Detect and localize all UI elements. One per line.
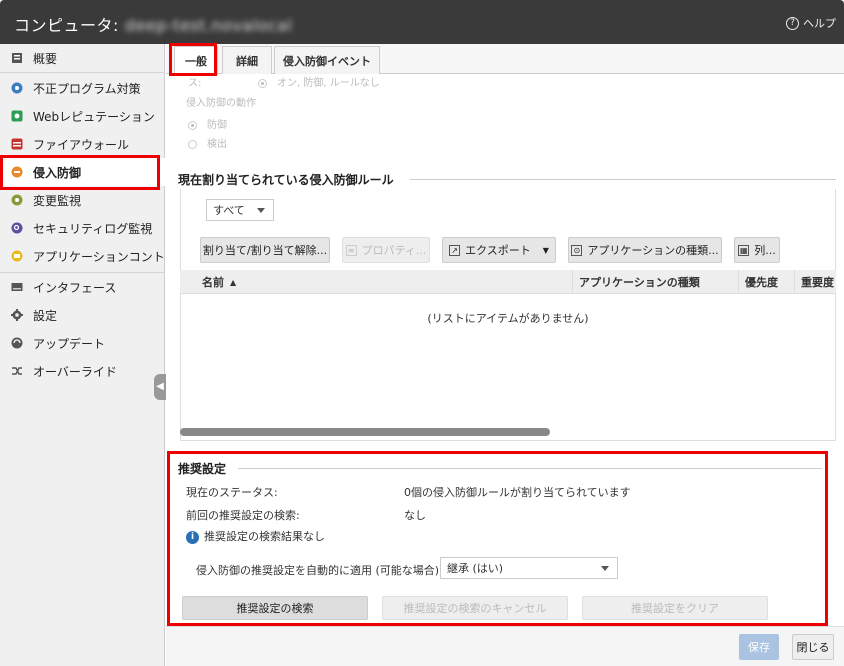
sidebar-item-log-inspection[interactable]: セキュリティログ監視 bbox=[0, 214, 165, 242]
sidebar-item-updates[interactable]: アップデート bbox=[0, 329, 165, 357]
divider bbox=[0, 72, 165, 73]
prevent-radio[interactable] bbox=[188, 120, 197, 130]
interfaces-icon bbox=[10, 281, 23, 294]
columns-button[interactable]: ▦ 列... bbox=[734, 237, 780, 263]
chevron-down-icon: ▼ bbox=[542, 245, 549, 255]
integrity-monitoring-icon bbox=[10, 194, 23, 207]
column-application-type[interactable]: アプリケーションの種類 bbox=[572, 270, 738, 294]
sidebar-item-integrity-monitoring[interactable]: 変更監視 bbox=[0, 186, 165, 214]
help-icon: ? bbox=[786, 16, 799, 30]
sidebar-item-label: 不正プログラム対策 bbox=[33, 81, 141, 96]
sidebar-item-label: アプリケーションコント bbox=[33, 249, 165, 264]
sidebar-item-web-reputation[interactable]: Webレピュテーション bbox=[0, 102, 165, 130]
sidebar-item-antimalware[interactable]: 不正プログラム対策 bbox=[0, 74, 165, 102]
columns-label: 列... bbox=[754, 244, 776, 257]
sidebar-item-firewall[interactable]: ファイアウォール bbox=[0, 130, 165, 158]
antimalware-icon bbox=[10, 82, 23, 95]
hostname: deep-test.novalocal bbox=[124, 16, 293, 35]
empty-list-message: (リストにアイテムがありません) bbox=[427, 312, 589, 325]
sidebar-item-label: ファイアウォール bbox=[33, 137, 130, 152]
column-name-label: 名前 bbox=[202, 276, 224, 289]
highlight-box bbox=[0, 155, 160, 190]
column-priority[interactable]: 優先度 bbox=[738, 270, 794, 294]
rules-table-header: 名前 ▲ アプリケーションの種類 優先度 重要度 bbox=[180, 270, 836, 294]
column-name[interactable]: 名前 ▲ bbox=[196, 270, 572, 294]
sidebar-item-label: オーバーライド bbox=[33, 364, 117, 379]
sidebar-item-label: アップデート bbox=[33, 336, 106, 351]
help-label: ヘルプ bbox=[803, 17, 836, 30]
overview-icon bbox=[10, 52, 23, 65]
export-label: エクスポート bbox=[465, 244, 531, 257]
highlight-box bbox=[169, 43, 217, 76]
status-value: オン, 防御, ルールなし bbox=[258, 74, 380, 89]
rule-filter-value: すべて bbox=[213, 204, 245, 217]
detect-option-label: 検出 bbox=[207, 139, 227, 150]
firewall-icon bbox=[10, 138, 23, 151]
properties-icon: ≡ bbox=[345, 244, 357, 256]
sidebar-item-interfaces[interactable]: インタフェース bbox=[0, 273, 165, 301]
properties-button[interactable]: ≡ プロパティ... bbox=[342, 237, 430, 263]
highlight-box bbox=[167, 451, 828, 626]
title-bar: コンピュータ: deep-test.novalocal ? ヘルプ bbox=[0, 0, 844, 44]
overrides-icon bbox=[10, 365, 23, 378]
sidebar-item-application-control[interactable]: アプリケーションコント bbox=[0, 242, 165, 270]
export-button[interactable]: ↗ エクスポート ▼ bbox=[442, 237, 556, 263]
footer-bar: 保存 閉じる bbox=[166, 626, 844, 666]
sidebar-item-overrides[interactable]: オーバーライド bbox=[0, 357, 165, 385]
assigned-rules-title: 現在割り当てられている侵入防御ルール bbox=[178, 173, 394, 187]
application-types-icon: ⊙ bbox=[571, 244, 583, 256]
save-button[interactable]: 保存 bbox=[739, 634, 779, 660]
sort-ascending-icon: ▲ bbox=[230, 277, 237, 287]
properties-label: プロパティ... bbox=[361, 244, 427, 257]
behavior-label: 侵入防御の動作 bbox=[186, 98, 256, 109]
horizontal-scrollbar[interactable] bbox=[180, 428, 550, 436]
export-icon: ↗ bbox=[449, 244, 461, 256]
status-radio bbox=[258, 78, 267, 88]
assign-unassign-button[interactable]: 割り当て/割り当て解除... bbox=[200, 237, 330, 263]
columns-icon: ▦ bbox=[738, 244, 750, 256]
sidebar-item-label: インタフェース bbox=[33, 280, 117, 295]
status-value-text: オン, 防御, ルールなし bbox=[277, 78, 380, 89]
sidebar-collapse-handle[interactable]: ◀ bbox=[154, 374, 166, 400]
detect-option[interactable]: 検出 bbox=[188, 135, 227, 150]
rule-filter-dropdown[interactable]: すべて bbox=[206, 199, 274, 221]
application-types-label: アプリケーションの種類... bbox=[587, 244, 719, 257]
log-inspection-icon bbox=[10, 222, 23, 235]
tab-ip-events[interactable]: 侵入防御イベント bbox=[274, 46, 380, 74]
title-prefix: コンピュータ: bbox=[14, 16, 119, 35]
help-link[interactable]: ? ヘルプ bbox=[786, 15, 836, 31]
gear-icon bbox=[10, 309, 23, 322]
section-divider bbox=[410, 179, 836, 180]
sidebar-item-label: Webレピュテーション bbox=[33, 109, 155, 124]
sidebar-item-overview[interactable]: 概要 bbox=[0, 44, 165, 72]
sidebar-item-label: 変更監視 bbox=[33, 193, 82, 208]
application-control-icon bbox=[10, 250, 23, 263]
sidebar: 概要 不正プログラム対策 Webレピュテーション ファイアウォール 侵入防御 変… bbox=[0, 44, 166, 666]
chevron-down-icon bbox=[257, 208, 265, 213]
tab-bar: 一般 詳細 侵入防御イベント bbox=[166, 44, 844, 75]
prevent-option[interactable]: 防御 bbox=[188, 116, 227, 131]
close-button[interactable]: 閉じる bbox=[792, 634, 834, 660]
status-label: ス: bbox=[188, 78, 202, 89]
window-title: コンピュータ: deep-test.novalocal bbox=[14, 12, 292, 36]
application-types-button[interactable]: ⊙ アプリケーションの種類... bbox=[568, 237, 722, 263]
sidebar-item-label: 設定 bbox=[33, 308, 58, 323]
column-severity[interactable]: 重要度 bbox=[794, 270, 836, 294]
prevent-option-label: 防御 bbox=[207, 120, 227, 131]
sidebar-item-label: セキュリティログ監視 bbox=[33, 221, 153, 236]
updates-icon bbox=[10, 337, 23, 350]
detect-radio[interactable] bbox=[188, 139, 197, 149]
web-reputation-icon bbox=[10, 110, 23, 123]
sidebar-item-settings[interactable]: 設定 bbox=[0, 301, 165, 329]
sidebar-item-label: 概要 bbox=[33, 51, 58, 66]
tab-details[interactable]: 詳細 bbox=[222, 46, 272, 74]
